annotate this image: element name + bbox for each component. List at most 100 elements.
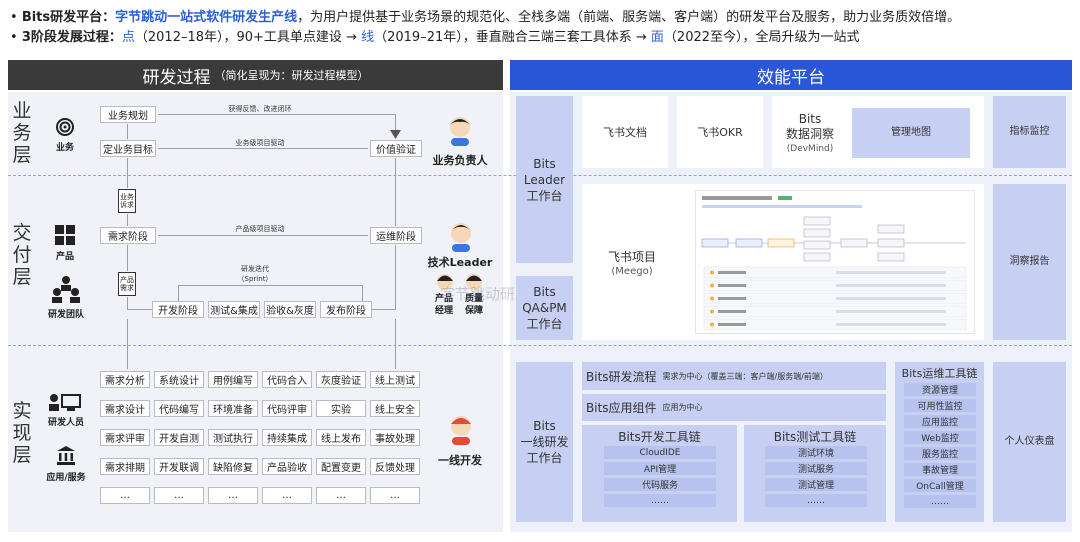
impl-task-box: 线上发布 bbox=[316, 429, 366, 446]
target-icon bbox=[52, 118, 78, 140]
impl-task-box: 需求排期 bbox=[100, 458, 150, 475]
sprint-loop-right bbox=[362, 285, 363, 301]
impl-task-box: 测试执行 bbox=[208, 429, 258, 446]
diamond-icon bbox=[390, 124, 401, 143]
impl-link-6 bbox=[395, 319, 396, 369]
tool-pill: 代码服务 bbox=[604, 478, 716, 491]
tool-pill: 测试环境 bbox=[765, 446, 867, 459]
insight-report-box: 洞察报告 bbox=[993, 184, 1066, 340]
feishu-doc-card: 飞书文档 bbox=[582, 96, 668, 168]
tool-pill: …… bbox=[765, 494, 867, 507]
platform-header: 效能平台 bbox=[510, 60, 1072, 90]
release-ops-h bbox=[372, 309, 396, 310]
impl-task-box: … bbox=[154, 487, 204, 504]
feishu-okr-card: 飞书OKR bbox=[677, 96, 763, 168]
building-icon bbox=[56, 445, 76, 469]
diagram-root: • Bits研发平台：字节跳动一站式软件研发生产线，为用户提供基于业务场景的规范… bbox=[0, 0, 1080, 542]
impl-task-box: … bbox=[262, 487, 312, 504]
test-int-box: 测试&集成 bbox=[208, 301, 260, 318]
bizreq-stage-line bbox=[127, 214, 128, 226]
frontline-label: 一线开发 bbox=[438, 454, 482, 467]
grid-icon bbox=[55, 225, 75, 249]
impl-task-box: 环境准备 bbox=[208, 400, 258, 417]
testtools-title: Bits测试工具链 bbox=[773, 430, 857, 444]
mgmt-map-box: 管理地图 bbox=[852, 108, 970, 158]
impl-task-box: 线上测试 bbox=[370, 371, 420, 388]
product-drive-line bbox=[158, 235, 368, 236]
impl-task-box: 用例编写 bbox=[208, 371, 258, 388]
sprint-loop-line bbox=[178, 285, 362, 286]
meego-sub: (Meego) bbox=[611, 266, 653, 277]
impl-task-box: 线上安全 bbox=[370, 400, 420, 417]
iter-annotation: 研发迭代 bbox=[241, 265, 269, 273]
prod-req-doc: 产品 需求 bbox=[118, 272, 136, 296]
intro-line-1: • Bits研发平台：字节跳动一站式软件研发生产线，为用户提供基于业务场景的规范… bbox=[10, 10, 961, 25]
impl-task-box: 反馈处理 bbox=[370, 458, 420, 475]
impl-task-box: 灰度验证 bbox=[316, 371, 366, 388]
feedback-annotation: 获得反馈、改进闭环 bbox=[228, 105, 292, 113]
impl-task-box: … bbox=[100, 487, 150, 504]
dev-stage-box: 开发阶段 bbox=[152, 301, 204, 318]
qapm-workbench: Bits QA&PM 工作台 bbox=[516, 276, 573, 340]
divider-delivery bbox=[8, 345, 1072, 346]
leader-workbench: Bits Leader 工作台 bbox=[516, 96, 573, 263]
release-box: 发布阶段 bbox=[320, 301, 372, 318]
avatar-tech-leader bbox=[447, 222, 475, 256]
impl-task-box: 事故处理 bbox=[370, 429, 420, 446]
tool-pill: CloudIDE bbox=[604, 446, 716, 459]
req-stage-box: 需求阶段 bbox=[100, 227, 156, 244]
impl-task-box: … bbox=[316, 487, 366, 504]
impl-task-box: … bbox=[370, 487, 420, 504]
team-icon-label: 研发团队 bbox=[47, 310, 84, 320]
biz-plan-box: 业务规划 bbox=[100, 106, 156, 123]
biz-drive-annotation: 业务级项目驱动 bbox=[235, 139, 285, 147]
tool-pill: API管理 bbox=[604, 462, 716, 475]
accept-box: 验收&灰度 bbox=[264, 301, 316, 318]
devmind-title: Bits 数据洞察 bbox=[785, 112, 834, 141]
impl-task-box: 产品验收 bbox=[262, 458, 312, 475]
tool-pill: 测试管理 bbox=[765, 478, 867, 491]
biz-goal-box: 定业务目标 bbox=[100, 140, 156, 157]
impl-task-box: 代码评审 bbox=[262, 400, 312, 417]
impl-task-box: 代码编写 bbox=[154, 400, 204, 417]
impl-task-box: 缺陷修复 bbox=[208, 458, 258, 475]
tool-pill: Web监控 bbox=[904, 431, 976, 444]
plan-goal-line bbox=[127, 124, 128, 139]
meego-screenshot bbox=[695, 190, 975, 334]
prodreq-dev-h bbox=[127, 309, 152, 310]
intro: • Bits研发平台：字节跳动一站式软件研发生产线，为用户提供基于业务场景的规范… bbox=[10, 8, 960, 48]
developer-icon bbox=[48, 393, 82, 417]
tool-pill: 事故管理 bbox=[904, 463, 976, 476]
personal-dashboard-box: 个人仪表盘 bbox=[993, 362, 1066, 522]
tool-pill: 资源管理 bbox=[904, 383, 976, 396]
meego-title: 飞书项目 bbox=[607, 250, 656, 264]
stage-prodreq-line bbox=[127, 245, 128, 271]
app-component-bar: Bits应用组件 应用为中心 bbox=[582, 394, 886, 421]
sprint-annotation: （Sprint） bbox=[237, 275, 273, 283]
devmind-sub: (DevMind) bbox=[786, 144, 834, 154]
impl-task-box: 系统设计 bbox=[154, 371, 204, 388]
biz-req-doc: 业务 诉求 bbox=[118, 189, 136, 213]
opstools-title: Bits运维工具链 bbox=[901, 367, 978, 380]
avatar-biz-owner bbox=[446, 116, 474, 150]
layer-delivery: 交付层 bbox=[12, 222, 32, 288]
devs-icon-label: 研发人员 bbox=[47, 418, 84, 428]
tool-pill: 测试服务 bbox=[765, 462, 867, 475]
impl-task-box: 需求设计 bbox=[100, 400, 150, 417]
tool-pill: 可用性监控 bbox=[904, 399, 976, 412]
avatar-frontline bbox=[447, 415, 475, 449]
layer-impl: 实现层 bbox=[12, 400, 32, 466]
biz-drive-line bbox=[158, 148, 368, 149]
sprint-loop-left bbox=[178, 285, 179, 301]
product-icon-label: 产品 bbox=[55, 252, 74, 262]
tool-pill: …… bbox=[604, 494, 716, 507]
impl-task-box: … bbox=[208, 487, 258, 504]
team-icon bbox=[50, 275, 82, 307]
impl-task-box: 代码合入 bbox=[262, 371, 312, 388]
ops-value-line bbox=[395, 158, 396, 226]
impl-task-box: 实验 bbox=[316, 400, 366, 417]
metric-monitor-box: 指标监控 bbox=[993, 96, 1066, 168]
impl-link-1 bbox=[127, 319, 128, 369]
product-drive-annotation: 产品级项目驱动 bbox=[235, 225, 285, 233]
goal-req-line bbox=[127, 158, 128, 188]
